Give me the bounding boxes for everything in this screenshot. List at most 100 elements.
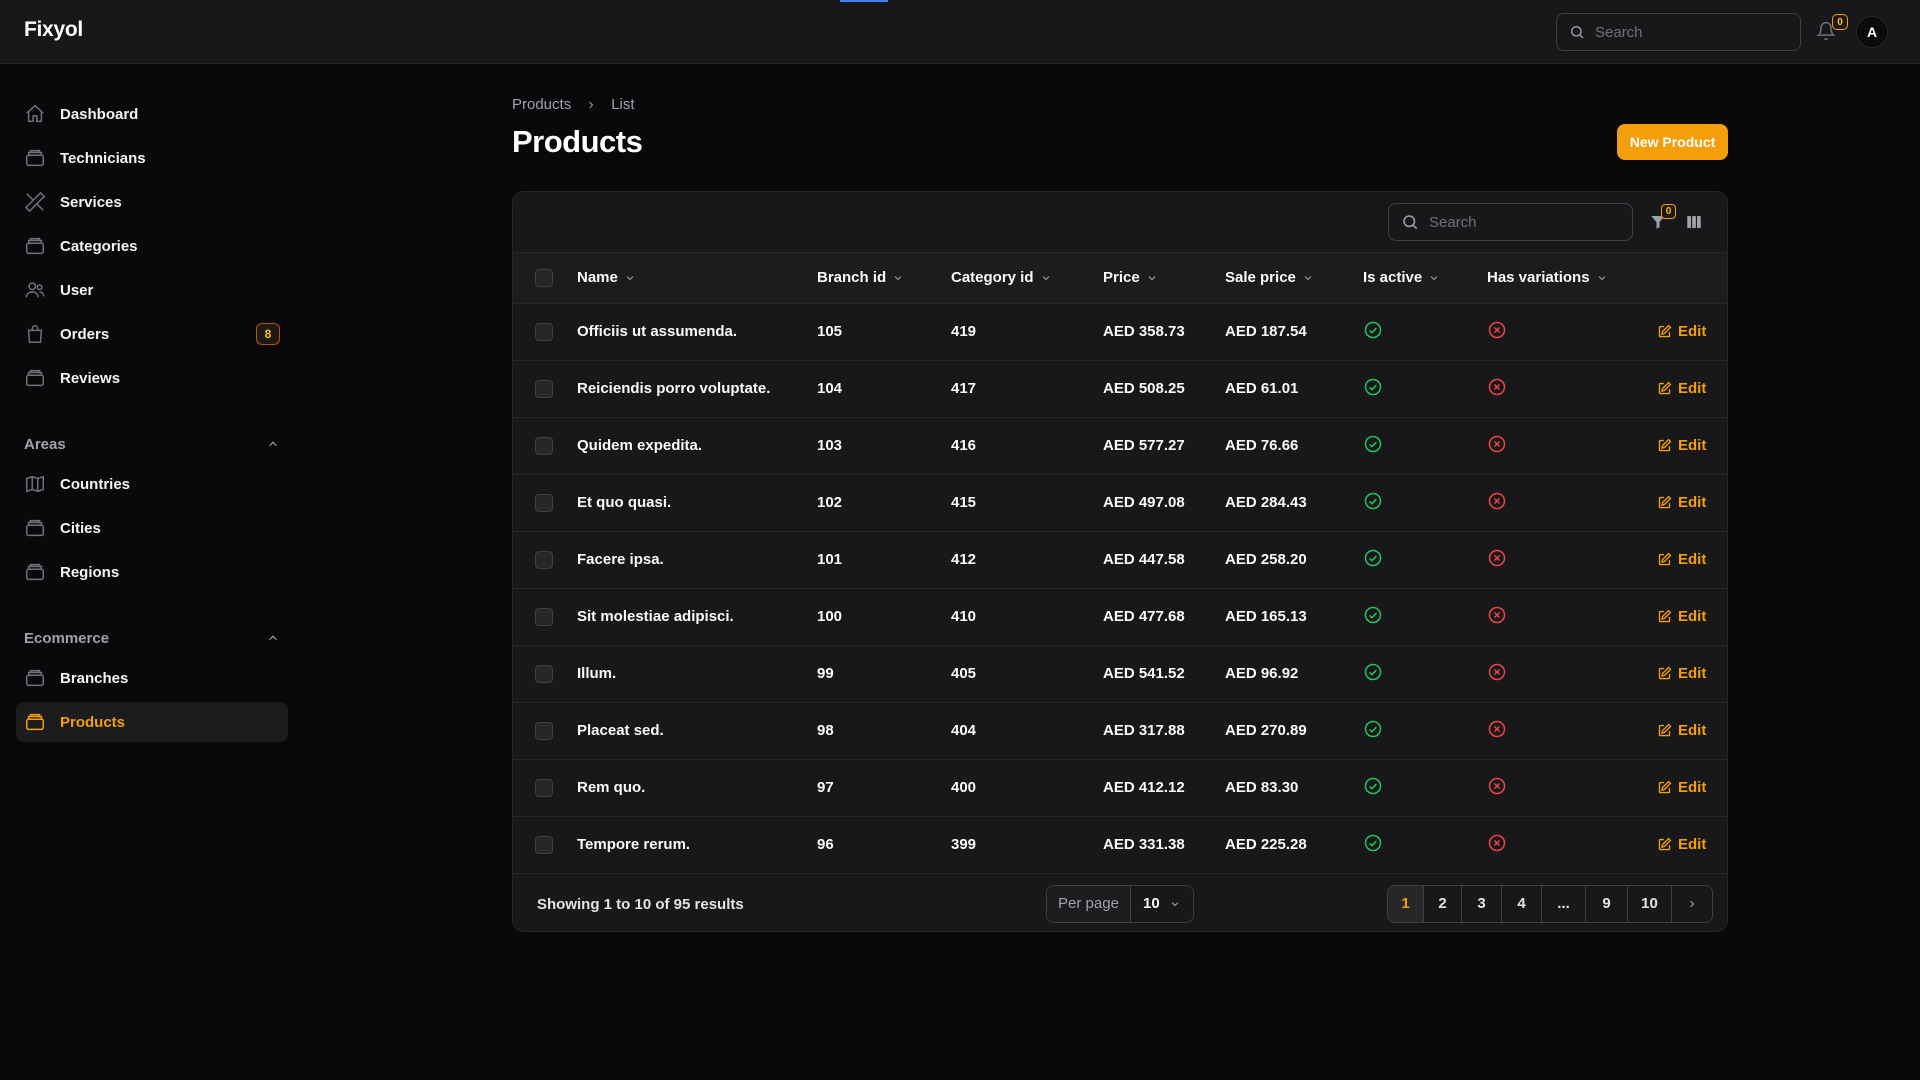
sidebar-group-areas[interactable]: Areas [16,424,288,464]
row-checkbox[interactable] [535,721,553,740]
table-row[interactable]: Illum. 99 405 AED 541.52 AED 96.92 Edit [513,645,1727,702]
edit-button[interactable]: Edit [1657,437,1727,454]
products-table: Name Branch id Category id Price Sale pr… [513,253,1727,874]
sidebar-item-label: Reviews [60,369,121,387]
user-avatar[interactable]: A [1856,16,1888,48]
per-page-dropdown[interactable]: 10 [1131,886,1193,922]
notifications-badge: 0 [1832,14,1848,30]
edit-button[interactable]: Edit [1657,494,1727,511]
row-checkbox[interactable] [535,607,553,626]
cell-price: AED 497.08 [1103,494,1185,511]
table-row[interactable]: Quidem expedita. 103 416 AED 577.27 AED 76.6… [513,417,1727,474]
column-header-has-variations[interactable]: Has variations [1487,253,1657,303]
table-row[interactable]: Placeat sed. 98 404 AED 317.88 AED 270.89 Edi… [513,702,1727,759]
sidebar-item-regions[interactable]: Regions [16,552,288,592]
check-circle-icon [1363,434,1383,454]
edit-button[interactable]: Edit [1657,608,1727,625]
global-search-input[interactable] [1595,23,1775,41]
table-row[interactable]: Sit molestiae adipisci. 100 410 AED 477.68 A… [513,588,1727,645]
pagination-page-2[interactable]: 2 [1424,885,1462,922]
pagination-page-10[interactable]: 10 [1628,885,1672,922]
edit-button[interactable]: Edit [1657,665,1727,682]
cell-price: AED 331.38 [1103,836,1185,853]
cell-sale-price: AED 225.28 [1225,836,1307,853]
row-checkbox[interactable] [535,493,553,512]
column-header-sale-price[interactable]: Sale price [1225,253,1363,303]
column-header-name[interactable]: Name [577,253,817,303]
pencil-square-icon [1657,780,1672,795]
row-checkbox[interactable] [535,664,553,683]
pagination-page-4[interactable]: 4 [1502,885,1542,922]
users-icon [24,279,46,301]
table-row[interactable]: Et quo quasi. 102 415 AED 497.08 AED 284.43 E… [513,474,1727,531]
check-circle-icon [1363,548,1383,568]
column-header-is-active[interactable]: Is active [1363,253,1487,303]
x-circle-icon [1487,320,1507,340]
table-row[interactable]: Facere ipsa. 101 412 AED 447.58 AED 258.20 Ed… [513,531,1727,588]
table-row[interactable]: Rem quo. 97 400 AED 412.12 AED 83.30 Edit [513,759,1727,816]
box-icon [24,561,46,583]
brand-logo[interactable]: Fixyol [24,18,83,42]
row-checkbox[interactable] [535,778,553,797]
cell-price: AED 508.25 [1103,380,1185,397]
sidebar-item-dashboard[interactable]: Dashboard [16,94,288,134]
sidebar-item-technicians[interactable]: Technicians [16,138,288,178]
pagination-next-button[interactable] [1672,886,1712,922]
row-checkbox[interactable] [535,835,553,854]
pagination-page-9[interactable]: 9 [1586,885,1628,922]
pagination-ellipsis: ... [1542,885,1586,922]
sidebar-group-ecommerce[interactable]: Ecommerce [16,618,288,658]
edit-button[interactable]: Edit [1657,722,1727,739]
sidebar-item-orders[interactable]: Orders 8 [16,314,288,354]
sidebar-item-categories[interactable]: Categories [16,226,288,266]
sidebar-item-user[interactable]: User [16,270,288,310]
sidebar-item-branches[interactable]: Branches [16,658,288,698]
edit-button[interactable]: Edit [1657,836,1727,853]
sidebar-item-cities[interactable]: Cities [16,508,288,548]
row-checkbox[interactable] [535,436,553,455]
table-search[interactable] [1388,203,1633,241]
table-search-input[interactable] [1429,213,1609,231]
sidebar-item-countries[interactable]: Countries [16,464,288,504]
row-checkbox[interactable] [535,550,553,569]
chevron-up-icon[interactable] [266,437,280,451]
check-circle-icon [1363,320,1383,340]
edit-label: Edit [1678,722,1707,739]
table-row[interactable]: Reiciendis porro voluptate. 104 417 AED 508… [513,360,1727,417]
new-product-button[interactable]: New Product [1617,124,1728,160]
sidebar-item-services[interactable]: Services [16,182,288,222]
row-checkbox[interactable] [535,379,553,398]
cell-sale-price: AED 83.30 [1225,779,1299,796]
column-header-branch-id[interactable]: Branch id [817,253,951,303]
edit-button[interactable]: Edit [1657,323,1727,340]
cell-category-id: 412 [951,551,977,568]
chevron-up-icon[interactable] [266,631,280,645]
chevron-down-icon [1146,272,1158,284]
column-header-price[interactable]: Price [1103,253,1225,303]
table-row[interactable]: Officiis ut assumenda. 105 419 AED 358.73 AE… [513,303,1727,360]
check-circle-icon [1363,662,1383,682]
column-header-category-id[interactable]: Category id [951,253,1103,303]
pagination-page-3[interactable]: 3 [1462,885,1502,922]
home-icon [24,103,46,125]
chevron-down-icon [892,272,904,284]
products-table-body: Officiis ut assumenda. 105 419 AED 358.73 AE… [513,303,1727,873]
cell-name: Et quo quasi. [577,494,672,511]
pagination-page-1[interactable]: 1 [1388,885,1424,922]
edit-button[interactable]: Edit [1657,779,1727,796]
x-circle-icon [1487,548,1507,568]
global-search[interactable] [1556,13,1801,51]
row-checkbox[interactable] [535,322,553,341]
sidebar-item-reviews[interactable]: Reviews [16,358,288,398]
cell-category-id: 400 [951,779,977,796]
edit-label: Edit [1678,380,1707,397]
sidebar-item-label: User [60,281,94,299]
sidebar-item-products[interactable]: Products [16,702,288,742]
table-row[interactable]: Tempore rerum. 96 399 AED 331.38 AED 225.28 E… [513,816,1727,873]
breadcrumb-parent-link[interactable]: Products [512,96,571,113]
columns-icon[interactable] [1685,213,1703,231]
per-page-select[interactable]: Per page 10 [1046,884,1194,923]
edit-button[interactable]: Edit [1657,380,1727,397]
edit-button[interactable]: Edit [1657,551,1727,568]
select-all-checkbox[interactable] [535,268,553,287]
